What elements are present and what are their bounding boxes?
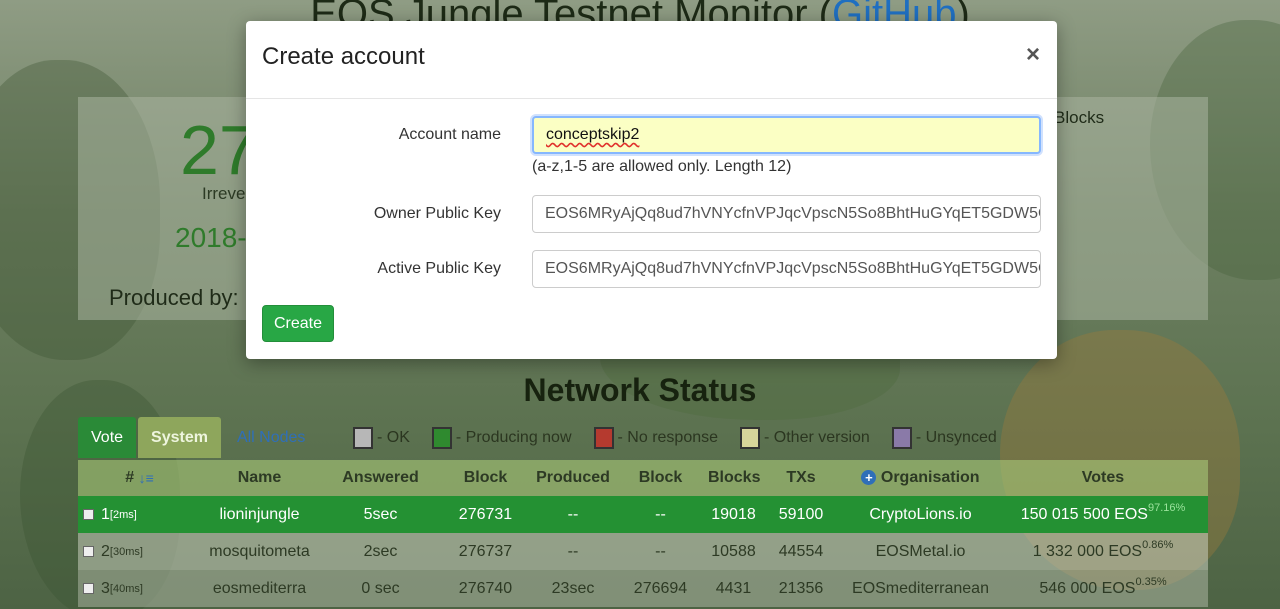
active-public-key-input[interactable]: EOS6MRyAjQq8ud7hVNYcfnVPJqcVpscN5So8BhtH…: [532, 250, 1041, 288]
owner-public-key-input[interactable]: EOS6MRyAjQq8ud7hVNYcfnVPJqcVpscN5So8BhtH…: [532, 195, 1041, 233]
modal-header: Create account ×: [246, 21, 1057, 99]
account-name-row: Account name conceptskip2: [246, 116, 1057, 154]
account-name-label: Account name: [398, 126, 501, 143]
active-key-row: Active Public Key EOS6MRyAjQq8ud7hVNYcfn…: [246, 250, 1057, 288]
account-name-help: (a-z,1-5 are allowed only. Length 12): [532, 158, 792, 175]
account-name-input[interactable]: conceptskip2: [532, 116, 1041, 154]
owner-key-row: Owner Public Key EOS6MRyAjQq8ud7hVNYcfnV…: [246, 195, 1057, 233]
create-account-modal: Create account × Account name conceptski…: [246, 21, 1057, 359]
close-icon[interactable]: ×: [1026, 41, 1040, 69]
active-key-label: Active Public Key: [377, 260, 501, 277]
owner-key-label: Owner Public Key: [373, 205, 501, 222]
create-button[interactable]: Create: [262, 305, 334, 342]
modal-title: Create account: [262, 43, 425, 70]
